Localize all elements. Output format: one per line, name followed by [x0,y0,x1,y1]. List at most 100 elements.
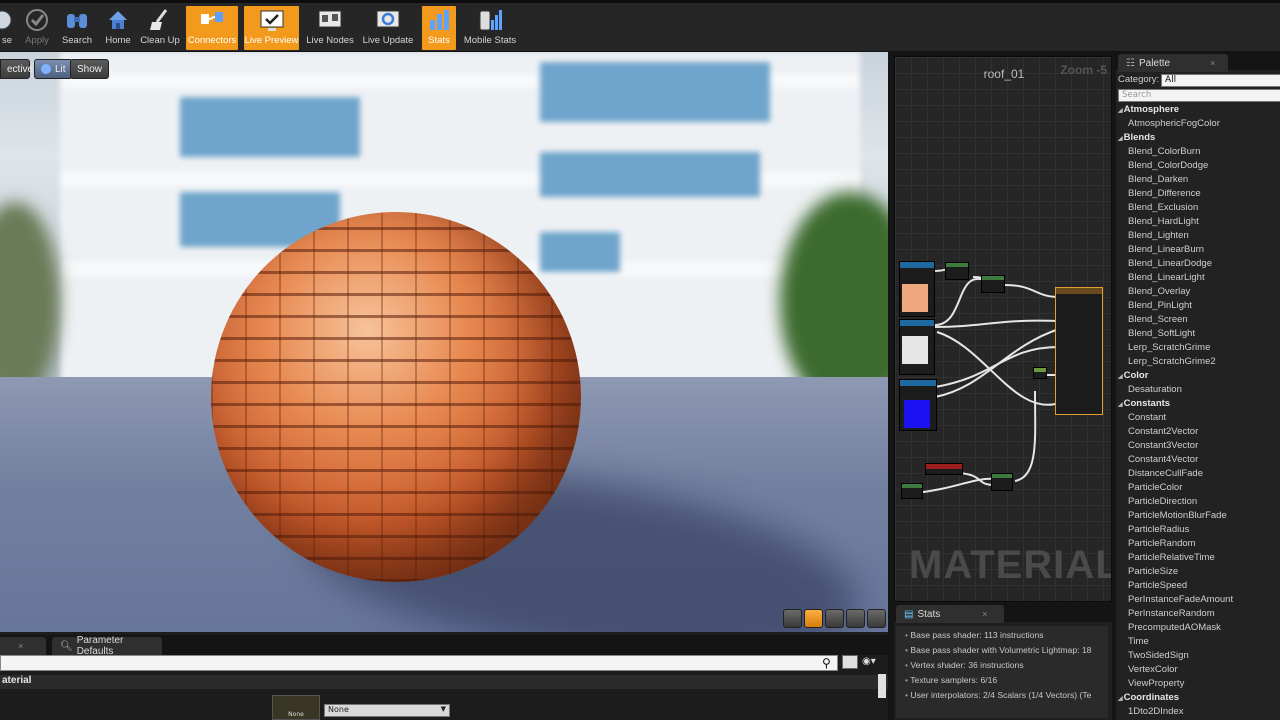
search-label: Search [61,35,93,46]
palette-group-header[interactable]: Blends [1118,132,1280,146]
palette-item[interactable]: Blend_SoftLight [1118,328,1280,342]
palette-item[interactable]: Blend_Darken [1118,174,1280,188]
palette-item[interactable]: ParticleRadius [1118,524,1280,538]
tab-stats[interactable]: ▤ Stats × [896,605,1004,623]
live-nodes-button[interactable]: Live Nodes [305,6,355,50]
palette-item[interactable]: Blend_Screen [1118,314,1280,328]
palette-item[interactable]: 1Dto2DIndex [1118,706,1280,720]
palette-item[interactable]: PerInstanceFadeAmount [1118,594,1280,608]
stats-tabstrip: ▤ Stats × [894,604,1112,623]
close-icon[interactable]: × [1210,58,1215,68]
palette-item[interactable]: Blend_ColorBurn [1118,146,1280,160]
palette-item[interactable]: Time [1118,636,1280,650]
palette-item[interactable]: Constant3Vector [1118,440,1280,454]
texture-dropdown[interactable]: None ▼ [324,704,450,717]
palette-item[interactable]: Lerp_ScratchGrime2 [1118,356,1280,370]
search-icon[interactable]: ⚲ [822,656,836,670]
palette-item[interactable]: Constant [1118,412,1280,426]
sphere-icon[interactable] [804,609,823,628]
close-icon[interactable]: × [982,609,987,619]
preview-viewport[interactable]: ective Lit Show [0,52,888,632]
palette-item[interactable]: Blend_Lighten [1118,230,1280,244]
palette-item[interactable]: Blend_LinearDodge [1118,258,1280,272]
palette-item[interactable]: TwoSidedSign [1118,650,1280,664]
palette-item[interactable]: Blend_LinearBurn [1118,244,1280,258]
tab-palette[interactable]: ☷ Palette × [1118,54,1228,72]
multiply-node[interactable] [991,473,1013,491]
palette-item[interactable]: Lerp_ScratchGrime [1118,342,1280,356]
apply-button[interactable]: Apply [18,6,56,50]
mobile-stats-button[interactable]: Mobile Stats [462,6,518,50]
palette-group-header[interactable]: Coordinates [1118,692,1280,706]
plane-icon[interactable] [825,609,844,628]
palette-item[interactable]: VertexColor [1118,664,1280,678]
multiply-node[interactable] [901,483,923,499]
palette-item[interactable]: Blend_LinearLight [1118,272,1280,286]
cylinder-icon[interactable] [783,609,802,628]
palette-item[interactable]: Blend_Difference [1118,188,1280,202]
eye-icon[interactable]: ◉▾ [862,656,884,669]
parameter-node[interactable] [925,463,963,475]
texture-thumbnail[interactable]: None [272,695,320,720]
palette-item[interactable]: Blend_HardLight [1118,216,1280,230]
palette-group-header[interactable]: Atmosphere [1118,104,1280,118]
palette-item[interactable]: Desaturation [1118,384,1280,398]
home-button[interactable]: Home [100,6,136,50]
palette-item[interactable]: ParticleRelativeTime [1118,552,1280,566]
perspective-button[interactable]: ective [0,59,33,79]
texture-sample-node[interactable] [899,379,937,431]
palette-item[interactable]: Blend_Exclusion [1118,202,1280,216]
category-select[interactable]: All [1161,74,1280,87]
palette-item[interactable]: ParticleSize [1118,566,1280,580]
palette-item[interactable]: ParticleRandom [1118,538,1280,552]
tab-details[interactable]: × [0,637,46,655]
close-icon[interactable]: × [18,641,23,651]
palette-item[interactable]: ParticleDirection [1118,496,1280,510]
palette-item[interactable]: Constant4Vector [1118,454,1280,468]
category-label: Category: [1118,74,1160,85]
toolbar: se Apply Search Home Clean Up Connectors… [0,0,1280,52]
teapot-icon[interactable] [867,609,886,628]
search-button[interactable]: Search [58,6,96,50]
stats-button[interactable]: Stats [422,6,456,50]
clean-up-button[interactable]: Clean Up [139,6,181,50]
stats-list: Base pass shader: 113 instructions Base … [896,626,1108,718]
tab-parameter-defaults[interactable]: 🔍︎ Parameter Defaults [52,635,162,657]
material-output-node[interactable] [1055,287,1103,415]
texture-sample-node[interactable] [899,261,935,317]
palette-item[interactable]: Blend_Overlay [1118,286,1280,300]
multiply-node[interactable] [945,262,969,280]
live-preview-button[interactable]: Live Preview [244,6,299,50]
view-options-icon[interactable] [842,655,858,669]
material-section-header[interactable]: aterial [0,675,888,689]
palette-item[interactable]: DistanceCullFade [1118,468,1280,482]
lit-button[interactable]: Lit [34,59,73,79]
browse-button[interactable]: se [0,6,14,50]
palette-group-header[interactable]: Constants [1118,398,1280,412]
palette-item[interactable]: PrecomputedAOMask [1118,622,1280,636]
cube-icon[interactable] [846,609,865,628]
palette-item[interactable]: ParticleColor [1118,482,1280,496]
mobile-stats-label: Mobile Stats [463,35,517,46]
material-graph[interactable]: roof_01 Zoom -5 MATERIAL [894,56,1112,602]
show-button[interactable]: Show [70,59,110,79]
palette-group-header[interactable]: Color [1118,370,1280,384]
details-scrollbar[interactable] [878,674,886,698]
texture-dropdown-value: None [328,705,349,714]
connectors-button[interactable]: Connectors [186,6,238,50]
palette-item[interactable]: ParticleMotionBlurFade [1118,510,1280,524]
palette-item[interactable]: ParticleSpeed [1118,580,1280,594]
palette-search-input[interactable]: Search [1118,89,1280,102]
palette-item[interactable]: Blend_PinLight [1118,300,1280,314]
palette-item[interactable]: PerInstanceRandom [1118,608,1280,622]
multiply-node[interactable] [981,275,1005,293]
palette-item[interactable]: ViewProperty [1118,678,1280,692]
preview-shape-buttons [783,609,886,628]
palette-item[interactable]: Constant2Vector [1118,426,1280,440]
details-search-input[interactable] [0,655,838,671]
constant-node[interactable] [1033,367,1047,379]
live-update-button[interactable]: Live Update [362,6,414,50]
palette-item[interactable]: AtmosphericFogColor [1118,118,1280,132]
palette-item[interactable]: Blend_ColorDodge [1118,160,1280,174]
texture-sample-node[interactable] [899,319,935,375]
